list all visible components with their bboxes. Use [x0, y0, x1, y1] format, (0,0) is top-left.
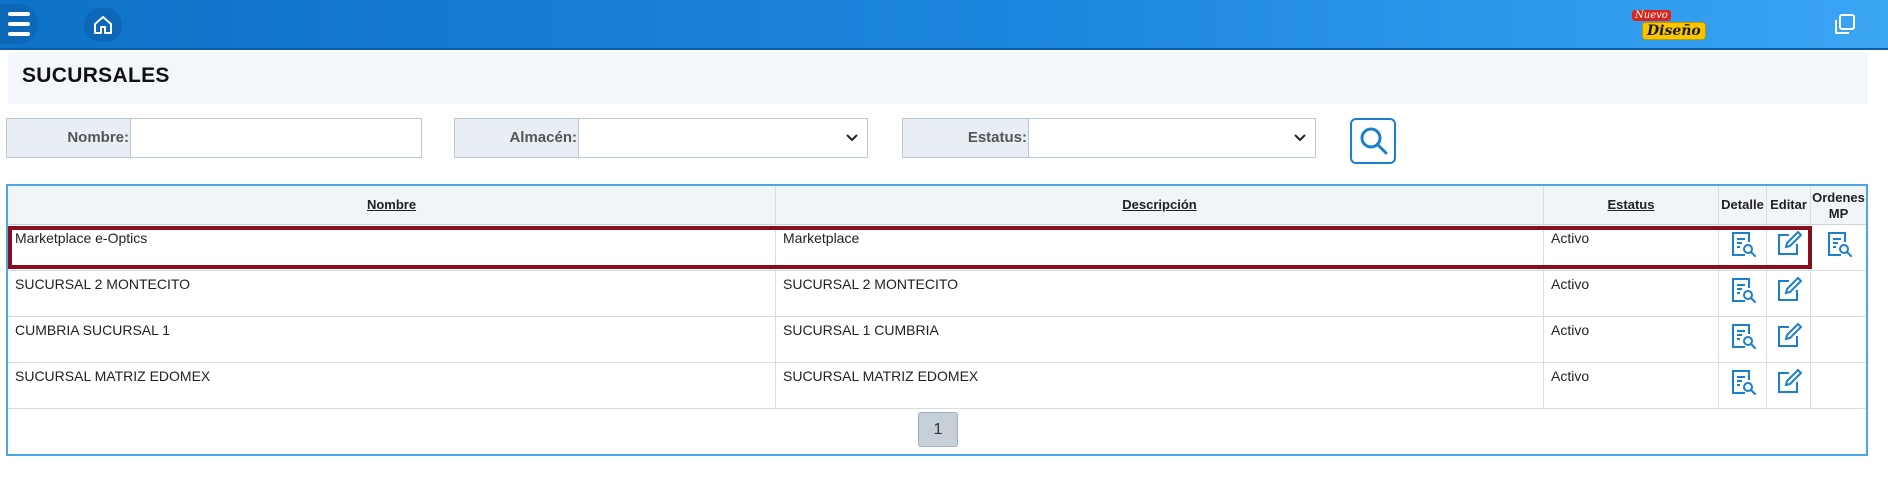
- cell-estatus: Activo: [1544, 316, 1719, 362]
- almacen-select[interactable]: [578, 119, 867, 157]
- ordenes-mp-empty-cell: [1811, 270, 1866, 316]
- column-header-estatus[interactable]: Estatus: [1544, 186, 1719, 224]
- cell-nombre: Marketplace e-Optics: [8, 224, 776, 270]
- column-header-nombre[interactable]: Nombre: [8, 186, 776, 224]
- nombre-input[interactable]: [130, 119, 421, 157]
- filter-nombre-label: Nombre:: [67, 129, 129, 146]
- edit-icon: [1777, 368, 1802, 393]
- edit-icon: [1777, 276, 1802, 301]
- restore-window-icon: [1835, 14, 1855, 34]
- new-design-badge[interactable]: Nuevo Diseño: [1628, 8, 1706, 42]
- detalle-button[interactable]: [1719, 362, 1767, 408]
- cell-nombre: SUCURSAL 2 MONTECITO: [8, 270, 776, 316]
- table-row[interactable]: SUCURSAL MATRIZ EDOMEX SUCURSAL MATRIZ E…: [8, 362, 1866, 409]
- table-row[interactable]: Marketplace e-Optics Marketplace Activo: [8, 224, 1866, 271]
- detalle-button[interactable]: [1719, 316, 1767, 362]
- page-title: SUCURSALES: [22, 64, 170, 87]
- hamburger-menu-icon-line: [8, 32, 30, 36]
- filter-estatus-label: Estatus:: [967, 129, 1027, 146]
- edit-icon: [1777, 230, 1802, 255]
- estatus-select[interactable]: [1028, 119, 1315, 157]
- cell-estatus: Activo: [1544, 224, 1719, 270]
- filter-almacen: Almacén:: [454, 118, 868, 158]
- badge-diseno-label: Diseño: [1642, 22, 1706, 40]
- editar-button[interactable]: [1767, 316, 1811, 362]
- editar-button[interactable]: [1767, 224, 1811, 270]
- column-header-descripcion[interactable]: Descripción: [776, 186, 1544, 224]
- chevron-down-icon: [1294, 134, 1306, 142]
- page-header: SUCURSALES: [8, 52, 1868, 104]
- ordenes-mp-empty-cell: [1811, 316, 1866, 362]
- filter-estatus: Estatus:: [902, 118, 1316, 158]
- hamburger-menu-icon: [8, 12, 30, 16]
- table-header-row: Nombre Descripción Estatus Detalle Edita…: [8, 186, 1866, 225]
- pagination-page-button[interactable]: 1: [918, 412, 958, 447]
- cell-descripcion: SUCURSAL 2 MONTECITO: [776, 270, 1544, 316]
- filter-nombre: Nombre:: [6, 118, 422, 158]
- detalle-button[interactable]: [1719, 224, 1767, 270]
- view-details-icon: [1731, 278, 1756, 303]
- column-header-editar: Editar: [1767, 186, 1811, 224]
- table-row[interactable]: SUCURSAL 2 MONTECITO SUCURSAL 2 MONTECIT…: [8, 270, 1866, 317]
- hamburger-menu-button[interactable]: [0, 4, 38, 44]
- column-header-ordenes-mp: Ordenes MP: [1811, 186, 1866, 224]
- restore-window-button[interactable]: [1834, 13, 1856, 40]
- top-navigation-bar: Nuevo Diseño: [0, 0, 1888, 50]
- editar-button[interactable]: [1767, 270, 1811, 316]
- hamburger-menu-icon-line: [8, 22, 30, 26]
- cell-nombre: CUMBRIA SUCURSAL 1: [8, 316, 776, 362]
- cell-estatus: Activo: [1544, 270, 1719, 316]
- cell-nombre: SUCURSAL MATRIZ EDOMEX: [8, 362, 776, 408]
- view-details-icon: [1731, 232, 1756, 257]
- view-details-icon: [1731, 324, 1756, 349]
- column-header-ordenes-line2: MP: [1828, 206, 1849, 221]
- cell-descripcion: Marketplace: [776, 224, 1544, 270]
- ordenes-mp-button[interactable]: [1811, 224, 1866, 270]
- editar-button[interactable]: [1767, 362, 1811, 408]
- home-button[interactable]: [84, 8, 122, 42]
- edit-icon: [1777, 322, 1802, 347]
- column-header-detalle: Detalle: [1719, 186, 1767, 224]
- view-orders-icon: [1827, 232, 1852, 257]
- badge-nuevo-label: Nuevo: [1632, 10, 1671, 21]
- search-button[interactable]: [1350, 118, 1396, 164]
- search-icon: [1360, 127, 1388, 155]
- column-header-ordenes-line1: Ordenes: [1812, 190, 1865, 205]
- chevron-down-icon: [846, 134, 858, 142]
- ordenes-mp-empty-cell: [1811, 362, 1866, 408]
- filter-almacen-label: Almacén:: [509, 129, 577, 146]
- cell-descripcion: SUCURSAL MATRIZ EDOMEX: [776, 362, 1544, 408]
- cell-estatus: Activo: [1544, 362, 1719, 408]
- view-details-icon: [1731, 370, 1756, 395]
- table-row[interactable]: CUMBRIA SUCURSAL 1 SUCURSAL 1 CUMBRIA Ac…: [8, 316, 1866, 363]
- cell-descripcion: SUCURSAL 1 CUMBRIA: [776, 316, 1544, 362]
- detalle-button[interactable]: [1719, 270, 1767, 316]
- home-icon: [94, 16, 112, 34]
